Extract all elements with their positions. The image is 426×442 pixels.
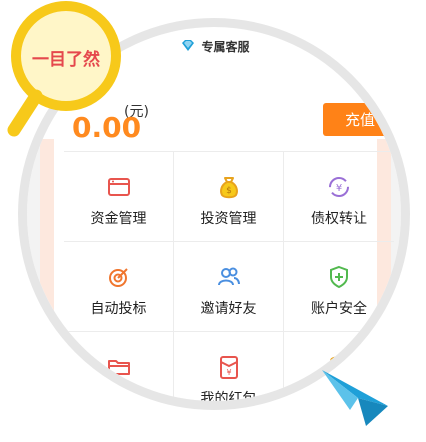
magnifier-icon: [7, 1, 121, 137]
paper-plane-icon: [322, 370, 388, 426]
promo-illustration: 专属客服 (元) 0.00 充值 资金管理 $ 投资管理 ¥ 债权转让 自动投标…: [0, 0, 426, 442]
badge-text: 一目了然: [32, 50, 100, 70]
